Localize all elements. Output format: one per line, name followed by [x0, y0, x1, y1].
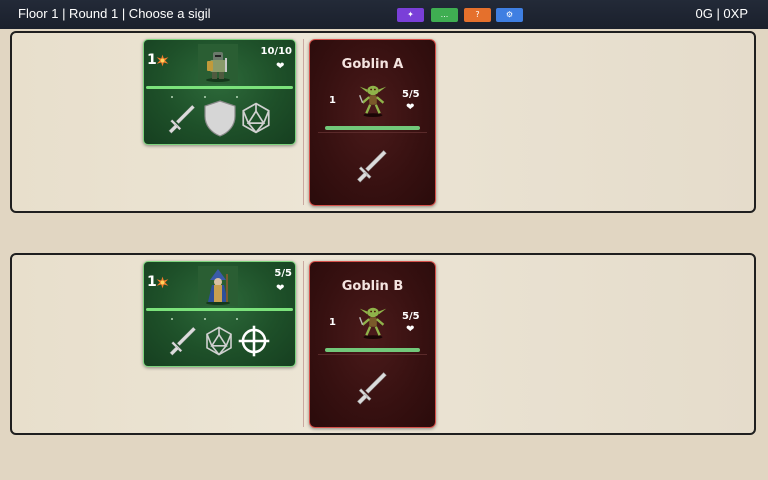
enemy-hp: 5/5 — [402, 89, 420, 100]
enemy-card-goblin-a[interactable]: Goblin A 1 5/5 ❤ — [309, 39, 436, 206]
help-icon: ? — [475, 10, 480, 19]
goblin-portrait — [354, 301, 392, 341]
help-button[interactable]: ? — [464, 8, 491, 22]
battle-lane: 1 10/10 ❤ Goblin A 1 5/5 ❤ — [10, 31, 756, 213]
wizard-portrait — [198, 266, 238, 306]
gear-icon: ⚙ — [505, 10, 514, 19]
more-icon: ... — [440, 10, 449, 19]
card-divider — [318, 354, 427, 355]
sword-icon[interactable] — [165, 102, 197, 134]
enemy-hp-bar — [325, 126, 420, 130]
slot-dot — [171, 318, 173, 320]
sword-icon — [353, 369, 389, 405]
attack-burst-icon — [156, 276, 169, 289]
hero-card-wizard[interactable]: 1 5/5 ❤ — [143, 261, 296, 367]
attack-burst-icon — [156, 54, 169, 67]
enemy-name: Goblin A — [341, 57, 404, 72]
goblin-portrait — [354, 79, 392, 119]
enemy-card-goblin-b[interactable]: Goblin B 1 5/5 ❤ — [309, 261, 436, 428]
hero-hp-bar — [146, 86, 293, 89]
hero-card-knight[interactable]: 1 10/10 ❤ — [143, 39, 296, 145]
sparkle-button[interactable]: ✦ — [397, 8, 424, 22]
knight-portrait — [198, 44, 238, 84]
hero-hp-bar — [146, 308, 293, 311]
enemy-name: Goblin B — [341, 279, 404, 294]
enemy-hp-bar — [325, 348, 420, 352]
enemy-hp: 5/5 — [402, 311, 420, 322]
top-bar: Floor 1 | Round 1 | Choose a sigil ✦ ...… — [0, 0, 768, 29]
sword-icon — [353, 147, 389, 183]
crosshair-icon[interactable] — [237, 324, 271, 358]
settings-button[interactable]: ⚙ — [496, 8, 523, 22]
sword-icon[interactable] — [166, 324, 198, 356]
slot-dot — [171, 96, 173, 98]
slot-dot — [204, 318, 206, 320]
heart-icon: ❤ — [406, 102, 415, 113]
enemy-attack: 1 — [329, 95, 336, 106]
heart-icon: ❤ — [276, 61, 285, 72]
hero-hp: 5/5 — [274, 268, 292, 279]
enemy-attack: 1 — [329, 317, 336, 328]
d20-icon[interactable] — [239, 99, 273, 137]
hero-hp: 10/10 — [260, 46, 292, 57]
battle-lane: 1 5/5 ❤ Goblin B 1 5/5 ❤ — [10, 253, 756, 435]
more-button[interactable]: ... — [431, 8, 458, 22]
heart-icon: ❤ — [406, 324, 415, 335]
d20-icon[interactable] — [203, 323, 235, 359]
status-text: Floor 1 | Round 1 | Choose a sigil — [18, 6, 211, 21]
resources-counter: 0G | 0XP — [695, 6, 748, 21]
sparkle-icon: ✦ — [407, 10, 414, 19]
shield-icon[interactable] — [200, 96, 240, 140]
card-divider — [318, 132, 427, 133]
heart-icon: ❤ — [276, 283, 285, 294]
lane-divider — [303, 39, 304, 205]
slot-dot — [236, 318, 238, 320]
lane-divider — [303, 261, 304, 427]
